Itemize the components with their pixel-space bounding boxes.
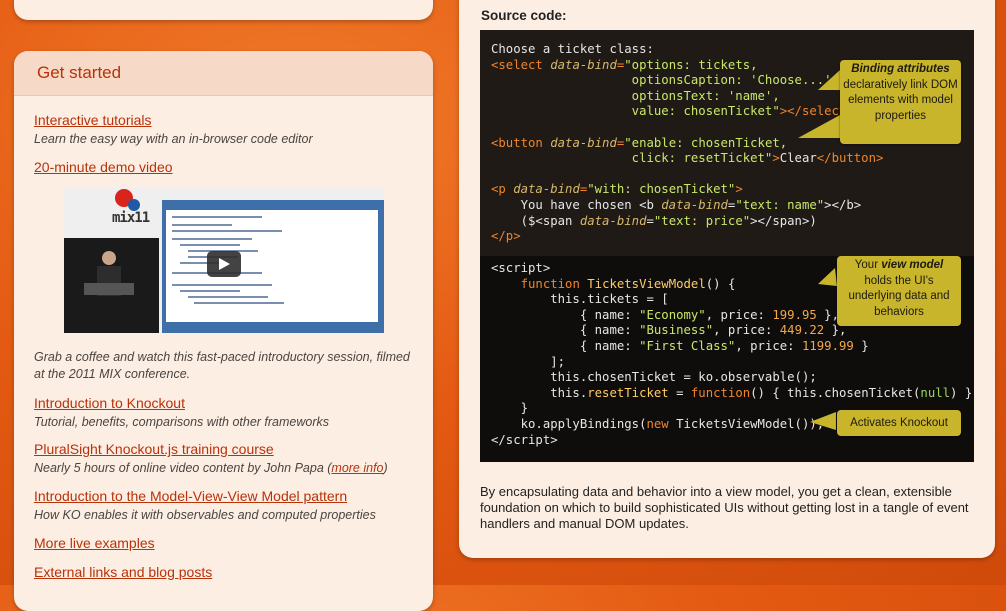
item-description: Learn the easy way with an in-browser co… [34, 132, 313, 146]
activates-knockout-callout: Activates Knockout [837, 410, 961, 436]
list-item: More live examples [34, 535, 421, 553]
more-info-link[interactable]: more info [331, 461, 383, 475]
item-description: Nearly 5 hours of online video content b… [34, 461, 388, 475]
interactive-tutorials-link[interactable]: Interactive tutorials [34, 112, 152, 128]
source-code-title: Source code: [481, 8, 567, 23]
source-code-panel: Source code: Choose a ticket class: <sel… [459, 0, 995, 558]
external-links-link[interactable]: External links and blog posts [34, 564, 212, 580]
get-started-title: Get started [37, 63, 122, 82]
list-item: Interactive tutorials Learn the easy way… [34, 112, 421, 146]
view-model-callout: Your view model holds the UI's underlyin… [837, 256, 961, 326]
mix11-logo: mix11 [112, 210, 150, 226]
demo-video-link[interactable]: 20-minute demo video [34, 159, 173, 175]
item-description: Tutorial, benefits, comparisons with oth… [34, 415, 330, 429]
source-summary: By encapsulating data and behavior into … [480, 484, 969, 531]
video-caption-text: Grab a coffee and watch this fast-paced … [34, 350, 410, 381]
intro-knockout-link[interactable]: Introduction to Knockout [34, 395, 185, 411]
list-item: PluralSight Knockout.js training course … [34, 441, 421, 475]
item-description: How KO enables it with observables and c… [34, 508, 376, 522]
list-item: 20-minute demo video [34, 159, 421, 177]
code-sample: Choose a ticket class: <select data-bind… [480, 30, 974, 462]
video-caption: Grab a coffee and watch this fast-paced … [34, 347, 421, 383]
live-examples-link[interactable]: More live examples [34, 535, 155, 551]
demo-video-thumbnail[interactable]: mix11 [64, 188, 384, 333]
top-panel-edge [14, 0, 433, 20]
get-started-panel: Get started Interactive tutorials Learn … [14, 51, 433, 611]
list-item: External links and blog posts [34, 564, 421, 582]
mvvm-intro-link[interactable]: Introduction to the Model-View-View Mode… [34, 488, 347, 504]
binding-attributes-callout: Binding attributes declaratively link DO… [840, 60, 961, 144]
pluralsight-course-link[interactable]: PluralSight Knockout.js training course [34, 441, 274, 457]
get-started-header: Get started [14, 51, 433, 96]
list-item: Introduction to the Model-View-View Mode… [34, 488, 421, 522]
list-item: Introduction to Knockout Tutorial, benef… [34, 395, 421, 429]
